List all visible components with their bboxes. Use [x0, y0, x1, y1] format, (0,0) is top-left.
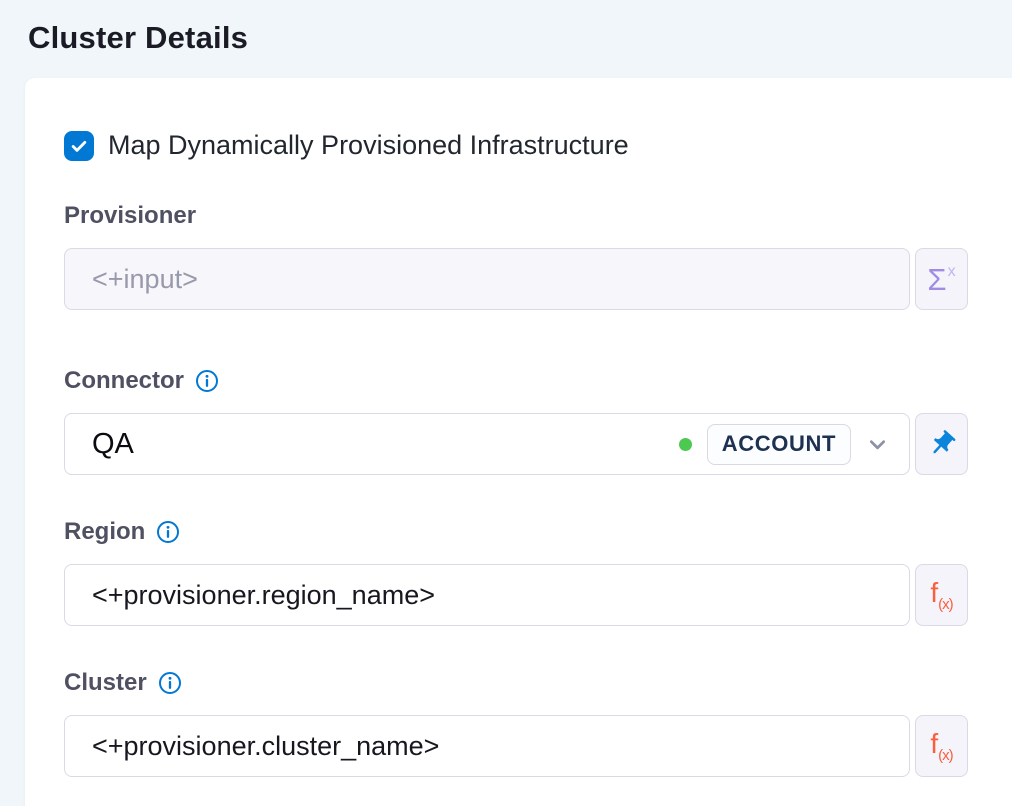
info-icon[interactable] — [158, 671, 182, 695]
connector-label: Connector — [64, 367, 184, 395]
checkmark-icon — [69, 136, 89, 156]
connector-value: QA — [92, 428, 679, 461]
provisioner-label: Provisioner — [64, 202, 196, 230]
chevron-down-icon[interactable] — [864, 431, 891, 458]
region-input[interactable] — [64, 564, 910, 626]
expression-fx-button[interactable]: f(x) — [915, 715, 968, 777]
info-icon[interactable] — [156, 520, 180, 544]
fx-icon: f(x) — [930, 730, 952, 763]
cluster-details-card: Map Dynamically Provisioned Infrastructu… — [25, 78, 1012, 806]
provisioner-input[interactable] — [64, 248, 910, 310]
connector-field-group: Connector QA ACCOUNT — [64, 366, 968, 475]
cluster-label: Cluster — [64, 669, 147, 697]
fixed-value-pin-button[interactable] — [915, 413, 968, 475]
fx-icon: f(x) — [930, 579, 952, 612]
connector-status-dot — [679, 438, 692, 451]
info-icon[interactable] — [195, 369, 219, 393]
dynamic-infra-checkbox-label[interactable]: Map Dynamically Provisioned Infrastructu… — [108, 130, 629, 161]
cluster-input[interactable] — [64, 715, 910, 777]
provisioner-field-group: Provisioner Σx — [64, 201, 968, 310]
connector-scope-badge: ACCOUNT — [707, 424, 851, 465]
runtime-input-type-button[interactable]: Σx — [915, 248, 968, 310]
pin-icon — [927, 429, 957, 459]
dynamic-infra-checkbox[interactable] — [64, 131, 94, 161]
sigma-icon: Σx — [927, 264, 955, 295]
region-label: Region — [64, 518, 145, 546]
page-title: Cluster Details — [28, 20, 248, 56]
expression-fx-button[interactable]: f(x) — [915, 564, 968, 626]
cluster-field-group: Cluster f(x) — [64, 668, 968, 777]
connector-selector[interactable]: QA ACCOUNT — [64, 413, 910, 475]
dynamic-infra-checkbox-row: Map Dynamically Provisioned Infrastructu… — [64, 130, 968, 161]
region-field-group: Region f(x) — [64, 517, 968, 626]
